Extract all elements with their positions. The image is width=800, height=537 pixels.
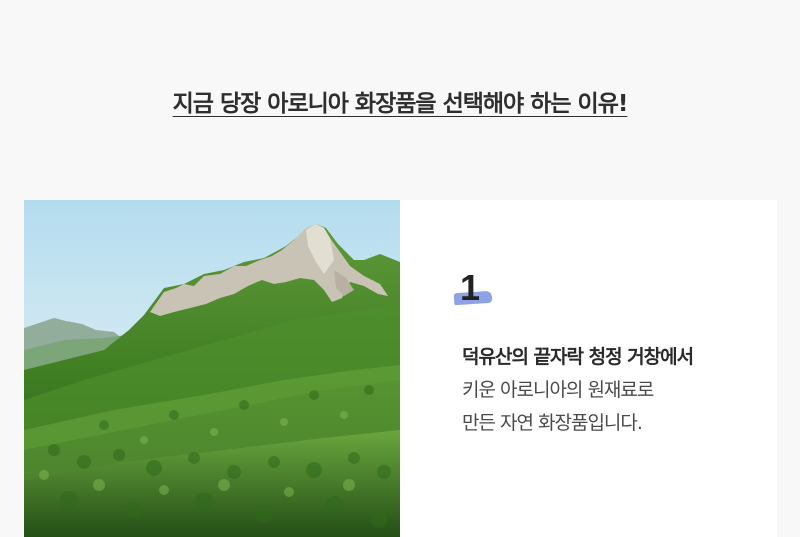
feature-card: 1 덕유산의 끝자락 청정 거창에서 키운 아로니아의 원재료로 만든 자연 화… <box>24 200 777 537</box>
feature-line-2: 만든 자연 화장품입니다. <box>462 412 643 434</box>
feature-description: 덕유산의 끝자락 청정 거창에서 키운 아로니아의 원재료로 만든 자연 화장품… <box>462 340 762 440</box>
feature-number: 1 <box>453 267 504 312</box>
feature-number-text: 1 <box>460 267 481 308</box>
mountain-photo <box>24 200 400 537</box>
section-headline: 지금 당장 아로니아 화장품을 선택해야 하는 이유! <box>0 84 800 118</box>
feature-title: 덕유산의 끝자락 청정 거창에서 <box>462 346 694 368</box>
feature-line-1: 키운 아로니아의 원재료로 <box>462 379 654 401</box>
headline-text: 지금 당장 아로니아 화장품을 선택해야 하는 이유! <box>172 91 629 117</box>
